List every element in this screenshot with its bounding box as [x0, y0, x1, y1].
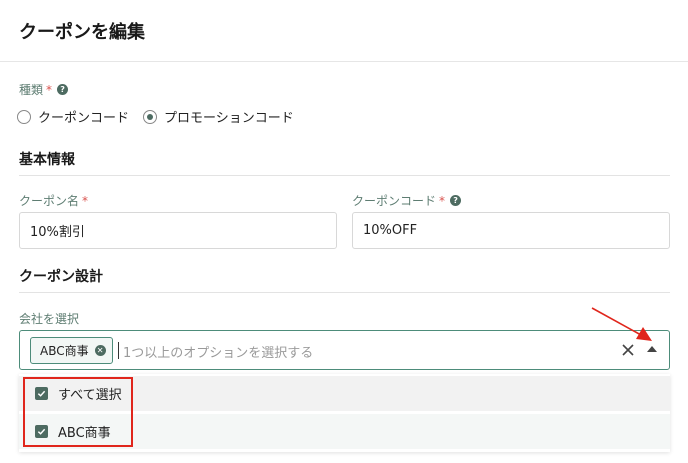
type-label: 種類 * ?	[19, 81, 69, 98]
radio-coupon-code-label: クーポンコード	[38, 111, 130, 126]
help-icon[interactable]: ?	[450, 195, 462, 206]
clear-icon[interactable]	[620, 342, 636, 358]
coupon-name-label: クーポン名 *	[19, 192, 88, 209]
divider	[19, 175, 670, 176]
coupon-name-value: 10%割引	[30, 225, 85, 240]
type-label-text: 種類	[19, 83, 44, 97]
multiselect-placeholder: 1つ以上のオプションを選択する	[123, 346, 314, 361]
required-mark: *	[46, 82, 53, 97]
radio-selected-icon[interactable]	[143, 109, 158, 124]
radio-promotion-code[interactable]: プロモーションコード	[143, 107, 294, 126]
section-basic-info: 基本情報	[19, 152, 75, 168]
company-select-label: 会社を選択	[19, 312, 80, 326]
chip-remove-icon[interactable]: ✕	[94, 345, 106, 356]
coupon-code-value: 10%OFF	[363, 223, 418, 238]
radio-unselected-icon[interactable]	[17, 109, 31, 124]
page-title: クーポンを編集	[19, 22, 145, 43]
coupon-code-label: クーポンコード * ?	[352, 192, 462, 209]
header: クーポンを編集	[0, 0, 688, 62]
required-mark: *	[439, 193, 446, 208]
required-mark: *	[82, 193, 89, 208]
section-coupon-design: クーポン設計	[19, 269, 103, 285]
text-cursor	[118, 342, 119, 359]
coupon-name-label-text: クーポン名	[19, 194, 80, 208]
selected-chip: ABC商事 ✕	[30, 337, 113, 364]
annotation-highlight-box	[23, 377, 133, 447]
divider	[19, 292, 670, 293]
chevron-up-icon[interactable]	[647, 346, 657, 352]
help-icon[interactable]: ?	[57, 84, 69, 95]
radio-promotion-code-label: プロモーションコード	[164, 111, 294, 126]
coupon-name-input[interactable]: 10%割引	[19, 212, 337, 249]
radio-coupon-code[interactable]: クーポンコード	[17, 107, 129, 126]
coupon-code-label-text: クーポンコード	[352, 194, 437, 208]
chip-label: ABC商事	[40, 344, 89, 358]
type-radio-group: クーポンコード プロモーションコード	[17, 107, 308, 126]
coupon-code-input[interactable]: 10%OFF	[352, 212, 670, 249]
company-multiselect[interactable]: ABC商事 ✕ 1つ以上のオプションを選択する	[19, 330, 670, 370]
